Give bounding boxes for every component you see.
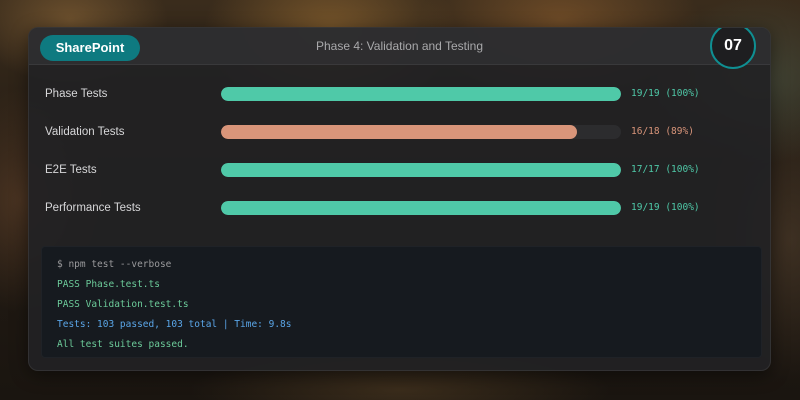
test-row-value: 19/19 (100%) xyxy=(631,202,700,213)
test-row-value: 19/19 (100%) xyxy=(631,88,700,99)
test-row-performance: Performance Tests 19/19 (100%) xyxy=(29,198,770,218)
test-row-label: Validation Tests xyxy=(45,126,125,138)
terminal-line: All test suites passed. xyxy=(57,339,189,350)
test-row-label: Phase Tests xyxy=(45,88,108,100)
test-row-label: Performance Tests xyxy=(45,202,141,214)
progress-track xyxy=(221,125,621,139)
progress-track xyxy=(221,163,621,177)
terminal-line: PASS Validation.test.ts xyxy=(57,299,189,310)
progress-fill xyxy=(221,125,577,139)
terminal-output: $ npm test --verbose PASS Phase.test.ts … xyxy=(41,246,762,358)
test-row-value: 16/18 (89%) xyxy=(631,126,694,137)
terminal-line: PASS Phase.test.ts xyxy=(57,279,160,290)
progress-fill xyxy=(221,87,621,101)
test-row-phase: Phase Tests 19/19 (100%) xyxy=(29,84,770,104)
page-title: Phase 4: Validation and Testing xyxy=(315,39,483,53)
panel-header: SharePoint Phase 4: Validation and Testi… xyxy=(29,28,770,65)
terminal-line: Tests: 103 passed, 103 total | Time: 9.8… xyxy=(57,319,292,330)
progress-track xyxy=(221,87,621,101)
terminal-line: $ npm test --verbose xyxy=(57,259,172,270)
test-row-validation: Validation Tests 16/18 (89%) xyxy=(29,122,770,142)
test-row-e2e: E2E Tests 17/17 (100%) xyxy=(29,160,770,180)
test-row-value: 17/17 (100%) xyxy=(631,164,700,175)
progress-fill xyxy=(221,163,621,177)
test-row-label: E2E Tests xyxy=(45,164,97,176)
test-results-panel: SharePoint Phase 4: Validation and Testi… xyxy=(28,27,771,371)
progress-fill xyxy=(221,201,621,215)
progress-track xyxy=(221,201,621,215)
